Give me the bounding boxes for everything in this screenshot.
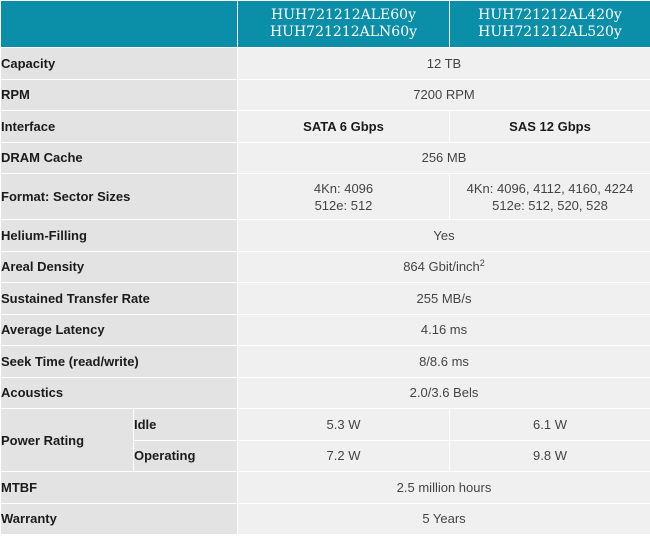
row-value: 7200 RPM bbox=[237, 78, 650, 111]
row-label: Warranty bbox=[0, 502, 238, 535]
row-format: Format: Sector Sizes 4Kn: 4096 512e: 512… bbox=[0, 173, 650, 220]
row-sublabel: Idle bbox=[133, 408, 238, 441]
sector-size-line: 4Kn: 4096 bbox=[313, 180, 374, 196]
row-value-sata: 4Kn: 4096 512e: 512 bbox=[237, 173, 450, 220]
model-name: HUH721212ALN60y bbox=[269, 24, 418, 40]
row-value: 8/8.6 ms bbox=[237, 345, 650, 378]
row-areal-density: Areal Density 864 Gbit/inch2 bbox=[0, 250, 650, 283]
row-rpm: RPM 7200 RPM bbox=[0, 78, 650, 111]
row-label: RPM bbox=[0, 78, 238, 111]
row-transfer-rate: Sustained Transfer Rate 255 MB/s bbox=[0, 282, 650, 315]
header-sas-models: HUH721212AL420y HUH721212AL520y bbox=[449, 0, 650, 48]
model-name: HUH721212ALE60y bbox=[270, 7, 416, 23]
row-value-sata: 5.3 W bbox=[237, 408, 450, 441]
row-value: 2.5 million hours bbox=[237, 471, 650, 504]
row-seek-time: Seek Time (read/write) 8/8.6 ms bbox=[0, 345, 650, 378]
row-mtbf: MTBF 2.5 million hours bbox=[0, 471, 650, 504]
row-value: Yes bbox=[237, 219, 650, 252]
row-label: Acoustics bbox=[0, 376, 238, 409]
row-value-sas: 9.8 W bbox=[449, 439, 650, 472]
row-label: Interface bbox=[0, 110, 238, 143]
header-row: HUH721212ALE60y HUH721212ALN60y HUH72121… bbox=[0, 0, 650, 48]
areal-superscript: 2 bbox=[479, 258, 485, 269]
row-label: Helium-Filling bbox=[0, 219, 238, 252]
row-power-idle: Power Rating Idle 5.3 W 6.1 W bbox=[0, 408, 650, 472]
row-value: 12 TB bbox=[237, 47, 650, 80]
row-helium: Helium-Filling Yes bbox=[0, 219, 650, 252]
row-value: 255 MB/s bbox=[237, 282, 650, 315]
sector-size-line: 512e: 512 bbox=[314, 197, 373, 213]
row-warranty: Warranty 5 Years bbox=[0, 502, 650, 535]
row-label: Sustained Transfer Rate bbox=[0, 282, 238, 315]
sector-size-line: 4Kn: 4096, 4112, 4160, 4224 bbox=[466, 180, 634, 196]
row-value: 5 Years bbox=[237, 502, 650, 535]
row-value-sas: 4Kn: 4096, 4112, 4160, 4224 512e: 512, 5… bbox=[449, 173, 650, 220]
row-value: 4.16 ms bbox=[237, 313, 650, 346]
row-value-sata: 7.2 W bbox=[237, 439, 450, 472]
row-label: Areal Density bbox=[0, 250, 238, 283]
model-name: HUH721212AL520y bbox=[478, 24, 622, 40]
row-label: Power Rating bbox=[0, 408, 134, 472]
row-label: Format: Sector Sizes bbox=[0, 173, 238, 220]
row-value-sas: 6.1 W bbox=[449, 408, 650, 441]
row-acoustics: Acoustics 2.0/3.6 Bels bbox=[0, 376, 650, 409]
row-capacity: Capacity 12 TB bbox=[0, 47, 650, 80]
row-dram-cache: DRAM Cache 256 MB bbox=[0, 141, 650, 174]
row-label: Capacity bbox=[0, 47, 238, 80]
header-blank bbox=[0, 0, 238, 48]
row-label: Average Latency bbox=[0, 313, 238, 346]
areal-value: 864 Gbit/inch bbox=[403, 259, 480, 275]
row-value-sas: SAS 12 Gbps bbox=[449, 110, 650, 143]
row-label: DRAM Cache bbox=[0, 141, 238, 174]
sector-size-line: 512e: 512, 520, 528 bbox=[492, 197, 608, 213]
row-interface: Interface SATA 6 Gbps SAS 12 Gbps bbox=[0, 110, 650, 143]
spec-table: HUH721212ALE60y HUH721212ALN60y HUH72121… bbox=[0, 0, 650, 535]
row-label: Seek Time (read/write) bbox=[0, 345, 238, 378]
row-label: MTBF bbox=[0, 471, 238, 504]
row-value: 2.0/3.6 Bels bbox=[237, 376, 650, 409]
row-sublabel: Operating bbox=[133, 439, 238, 472]
row-value-sata: SATA 6 Gbps bbox=[237, 110, 450, 143]
header-sata-models: HUH721212ALE60y HUH721212ALN60y bbox=[237, 0, 450, 48]
row-value: 256 MB bbox=[237, 141, 650, 174]
row-value: 864 Gbit/inch2 bbox=[237, 250, 650, 283]
model-name: HUH721212AL420y bbox=[478, 7, 622, 23]
row-latency: Average Latency 4.16 ms bbox=[0, 313, 650, 346]
